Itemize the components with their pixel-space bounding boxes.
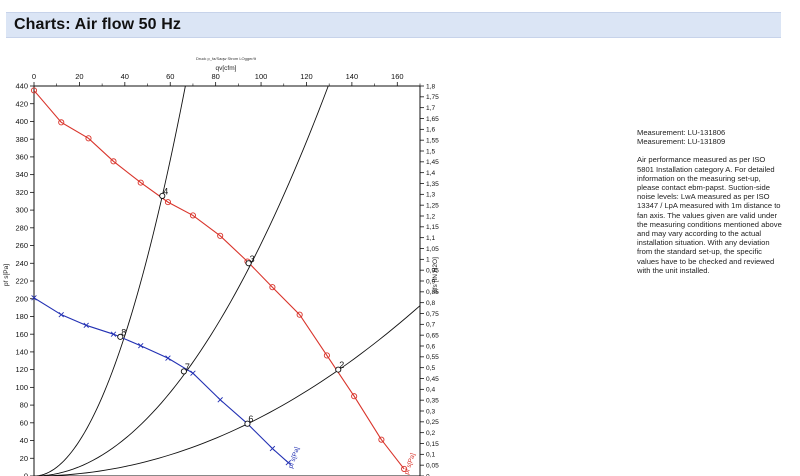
measurement-notes: Measurement: LU-131806 Measurement: LU-1… (637, 128, 782, 275)
y-right-tick-label: 0,65 (426, 333, 439, 340)
y-left-tick-label: 180 (15, 312, 28, 321)
system-curve (34, 305, 420, 476)
operating-point-label: 2 (339, 360, 344, 370)
system-curve (34, 86, 329, 476)
y-right-tick-label: 0,4 (426, 387, 435, 394)
y-right-tick-label: 1,1 (426, 235, 435, 242)
y-left-tick-label: 360 (15, 153, 28, 162)
measurement-1: Measurement: LU-131806 (637, 128, 726, 137)
fan-curve-line (34, 90, 405, 470)
data-point (217, 397, 223, 403)
y-right-tick-label: 0,15 (426, 441, 439, 448)
x-tick-label: 60 (166, 72, 174, 81)
x-tick-label: 40 (121, 72, 129, 81)
y-left-tick-label: 260 (15, 241, 28, 250)
plot-frame (33, 85, 421, 476)
x-tick-label: 160 (391, 72, 404, 81)
y-left-tick-label: 100 (15, 383, 28, 392)
y-left-tick-label: 300 (15, 206, 28, 215)
y-right-tick-label: 1,3 (426, 192, 435, 199)
y-right-tick-label: 1,4 (426, 170, 435, 177)
data-point (58, 311, 64, 318)
data-point (190, 370, 196, 376)
y-left-tick-label: 280 (15, 223, 28, 232)
chart-caption: Druck p_fa/Saqw Strom LOgger/It (196, 56, 257, 61)
x-tick-label: 100 (255, 72, 268, 81)
y-right-tick-label: 1,65 (426, 116, 439, 123)
data-point (269, 445, 276, 452)
y-right-tick-label: 1,5 (426, 148, 435, 155)
operating-point-label: 6 (248, 414, 253, 424)
y-right-axis-label: pfs [IN H2O] (432, 257, 439, 293)
y-right-tick-label: 0,45 (426, 376, 439, 383)
x-tick-label: 120 (300, 72, 313, 81)
series-end-label: pf s[Pa] (288, 446, 302, 469)
y-right-tick-label: 1,2 (426, 213, 435, 220)
y-left-tick-label: 380 (15, 135, 28, 144)
y-left-tick-label: 320 (15, 188, 28, 197)
y-right-tick-label: 0,25 (426, 419, 439, 426)
y-right-tick-label: 0,5 (426, 365, 435, 372)
y-right-tick-label: 1,25 (426, 203, 439, 210)
y-left-tick-label: 120 (15, 365, 28, 374)
y-left-tick-label: 140 (15, 348, 28, 357)
y-right-tick-label: 0,75 (426, 311, 439, 318)
y-left-tick-label: 40 (20, 436, 28, 445)
y-right-tick-label: 1,8 (426, 83, 435, 90)
y-right-tick-label: 1,45 (426, 159, 439, 166)
operating-point-label: 7 (185, 362, 190, 372)
y-left-tick-label: 200 (15, 294, 28, 303)
fan-curve-line (34, 297, 289, 464)
y-right-tick-label: 1,75 (426, 94, 439, 101)
y-right-tick-label: 1,6 (426, 127, 435, 134)
y-right-tick-label: 0,6 (426, 343, 435, 350)
y-left-tick-label: 240 (15, 259, 28, 268)
y-left-tick-label: 0 (24, 472, 28, 476)
y-right-tick-label: 0,05 (426, 463, 439, 470)
y-left-axis-label: pf s[Pa] (3, 264, 10, 286)
y-right-tick-label: 0,35 (426, 398, 439, 405)
y-right-tick-label: 1,55 (426, 138, 439, 145)
y-left-tick-label: 400 (15, 117, 28, 126)
y-right-tick-label: 1,05 (426, 246, 439, 253)
measurement-2: Measurement: LU-131809 (637, 137, 726, 147)
y-left-tick-label: 60 (20, 418, 28, 427)
y-right-tick-label: 0,3 (426, 408, 435, 415)
y-left-tick-label: 80 (20, 401, 28, 410)
y-left-tick-label: 20 (20, 454, 28, 463)
y-right-tick-label: 1 (426, 257, 430, 264)
y-right-tick-label: 1,35 (426, 181, 439, 188)
x-axis-label: qv[cfm] (216, 65, 237, 72)
measurement-description: Air performance measured as per ISO 5801… (637, 155, 782, 275)
data-point (137, 342, 144, 349)
y-left-tick-label: 420 (15, 99, 28, 108)
y-left-tick-label: 220 (15, 277, 28, 286)
y-right-tick-label: 0,7 (426, 322, 435, 329)
operating-point-label: 8 (121, 327, 126, 337)
system-curve (34, 86, 186, 476)
y-right-tick-label: 0,8 (426, 300, 435, 307)
operating-point-label: 3 (250, 254, 255, 264)
y-right-tick-label: 0,85 (426, 289, 439, 296)
x-tick-label: 20 (75, 72, 83, 81)
y-right-tick-label: 1,7 (426, 105, 435, 112)
y-right-tick-label: 0,2 (426, 430, 435, 437)
y-right-tick-label: 0,95 (426, 268, 439, 275)
y-left-tick-label: 440 (15, 82, 28, 91)
y-right-tick-label: 1,15 (426, 224, 439, 231)
y-left-tick-label: 340 (15, 170, 28, 179)
y-right-tick-label: 0,55 (426, 354, 439, 361)
y-right-tick-label: 0,9 (426, 278, 435, 285)
operating-point-label: 4 (163, 186, 168, 196)
y-right-tick-label: 0,1 (426, 452, 435, 459)
x-tick-label: 140 (346, 72, 359, 81)
x-tick-label: 80 (211, 72, 219, 81)
data-point (165, 355, 171, 361)
series-end-label: pf s[Pa] (403, 452, 417, 475)
x-tick-label: 0 (32, 72, 36, 81)
y-left-tick-label: 160 (15, 330, 28, 339)
